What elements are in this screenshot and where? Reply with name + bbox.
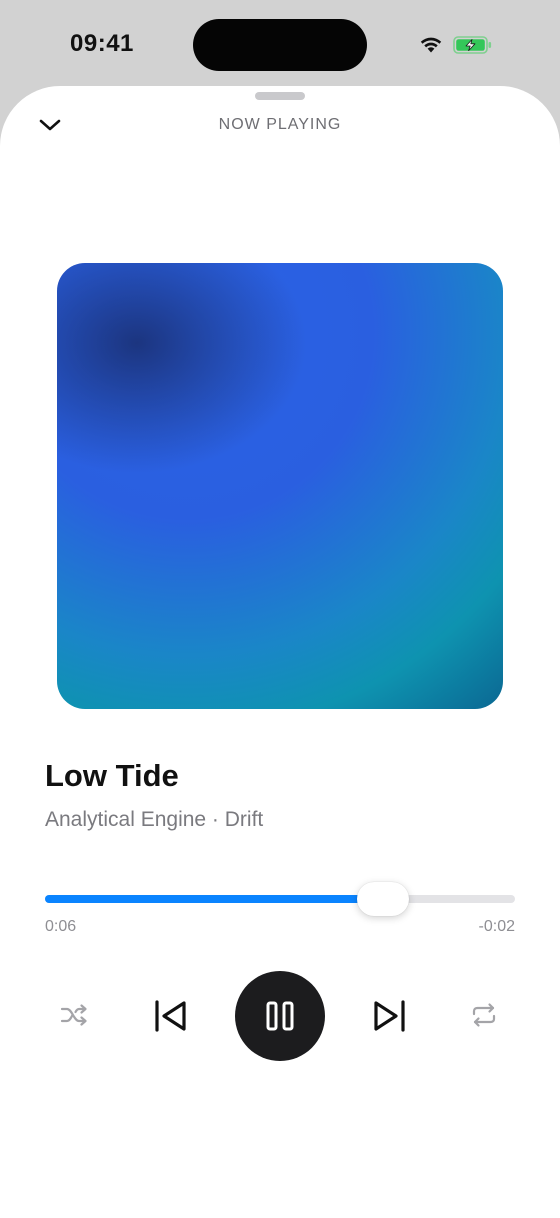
track-title: Low Tide [45, 758, 179, 793]
shuffle-icon [60, 1004, 87, 1026]
progress-thumb[interactable] [357, 882, 410, 916]
wifi-icon [420, 37, 442, 53]
shuffle-button[interactable] [55, 995, 95, 1035]
time-remaining: -0:02 [478, 918, 515, 935]
progress-fill [45, 895, 364, 903]
sheet-grabber[interactable] [255, 92, 305, 100]
repeat-button[interactable] [464, 995, 504, 1035]
repeat-icon [472, 1003, 496, 1027]
now-playing-screen: 09:41 NOW PLAYING Low Tide Analytical En… [0, 0, 560, 1218]
skip-back-icon [155, 1000, 186, 1032]
skip-forward-icon [374, 1000, 405, 1032]
time-elapsed: 0:06 [45, 918, 77, 935]
status-time: 09:41 [70, 30, 134, 57]
track-subtitle: Analytical Engine · Drift [45, 808, 264, 831]
next-button[interactable] [366, 993, 412, 1039]
previous-button[interactable] [148, 993, 194, 1039]
album-artwork [57, 263, 503, 709]
status-bar: 09:41 [0, 0, 560, 88]
battery-charging-icon [453, 36, 492, 54]
player-sheet: NOW PLAYING Low Tide Analytical Engine ·… [0, 86, 560, 1218]
pause-button[interactable] [235, 971, 325, 1061]
pause-icon [266, 1001, 294, 1031]
dynamic-island [193, 19, 367, 71]
sheet-title: NOW PLAYING [218, 116, 342, 133]
progress-slider[interactable] [45, 882, 515, 916]
